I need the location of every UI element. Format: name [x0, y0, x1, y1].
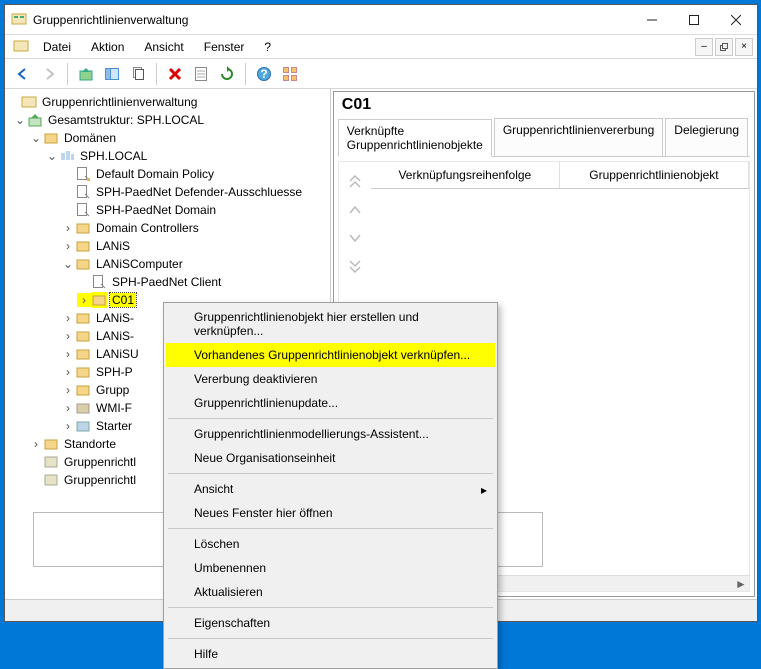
delete-button[interactable]	[163, 62, 187, 86]
menu-datei[interactable]: Datei	[33, 36, 81, 58]
separator	[168, 473, 493, 474]
chevron-right-icon[interactable]: ›	[61, 239, 75, 253]
app-icon	[11, 12, 27, 28]
chevron-right-icon[interactable]: ›	[77, 293, 91, 307]
cm-view-submenu[interactable]: Ansicht ▸	[166, 477, 495, 501]
tree-defender-ausschluesse[interactable]: SPH-PaedNet Defender-Ausschluesse	[5, 183, 330, 201]
column-link-order[interactable]: Verknüpfungsreihenfolge	[371, 162, 560, 188]
cm-properties[interactable]: Eigenschaften	[166, 611, 495, 635]
separator	[168, 418, 493, 419]
cm-new-ou[interactable]: Neue Organisationseinheit	[166, 446, 495, 470]
cm-refresh[interactable]: Aktualisieren	[166, 580, 495, 604]
properties-button[interactable]	[189, 62, 213, 86]
tree-forest[interactable]: ⌄Gesamtstruktur: SPH.LOCAL	[5, 111, 330, 129]
cm-new-window[interactable]: Neues Fenster hier öffnen	[166, 501, 495, 525]
mdi-close-button[interactable]: ×	[735, 38, 753, 56]
chevron-down-icon[interactable]: ⌄	[61, 257, 75, 271]
separator	[168, 528, 493, 529]
column-gpo[interactable]: Gruppenrichtlinienobjekt	[560, 162, 749, 188]
tree-default-domain-policy[interactable]: Default Domain Policy	[5, 165, 330, 183]
up-button[interactable]	[74, 62, 98, 86]
toolbar: ?	[5, 59, 757, 89]
refresh-button[interactable]	[215, 62, 239, 86]
maximize-button[interactable]	[673, 6, 715, 34]
menubar: Datei Aktion Ansicht Fenster ? – ×	[5, 35, 757, 59]
tree-lanis[interactable]: ›LANiS	[5, 237, 330, 255]
tree-paednet-client[interactable]: SPH-PaedNet Client	[5, 273, 330, 291]
tab-inheritance[interactable]: Gruppenrichtlinienvererbung	[494, 118, 663, 156]
separator	[168, 638, 493, 639]
main-window: Gruppenrichtlinienverwaltung Datei Aktio…	[4, 4, 758, 622]
tab-delegation[interactable]: Delegierung	[665, 118, 748, 156]
close-button[interactable]	[715, 6, 757, 34]
chevron-down-icon[interactable]: ⌄	[13, 113, 27, 127]
tree-root[interactable]: Gruppenrichtlinienverwaltung	[5, 93, 330, 111]
menu-fenster[interactable]: Fenster	[194, 36, 255, 58]
tab-linked-gpos[interactable]: Verknüpfte Gruppenrichtlinienobjekte	[338, 119, 492, 157]
tree-domains[interactable]: ⌄Domänen	[5, 129, 330, 147]
cm-gp-modeling-wizard[interactable]: Gruppenrichtlinienmodellierungs-Assisten…	[166, 422, 495, 446]
tree-paednet-domain[interactable]: SPH-PaedNet Domain	[5, 201, 330, 219]
cm-gp-update[interactable]: Gruppenrichtlinienupdate...	[166, 391, 495, 415]
back-button[interactable]	[11, 62, 35, 86]
chevron-right-icon: ▸	[481, 483, 487, 497]
cm-help[interactable]: Hilfe	[166, 642, 495, 666]
move-up-button[interactable]	[344, 200, 366, 220]
tile-button[interactable]	[278, 62, 302, 86]
grid-header: Verknüpfungsreihenfolge Gruppenrichtlini…	[371, 162, 749, 189]
detail-title: C01	[334, 92, 754, 114]
titlebar: Gruppenrichtlinienverwaltung	[5, 5, 757, 35]
move-bottom-button[interactable]	[344, 256, 366, 276]
mdi-icon	[13, 39, 29, 55]
menu-hilfe[interactable]: ?	[254, 36, 281, 58]
cm-delete[interactable]: Löschen	[166, 532, 495, 556]
tabs: Verknüpfte Gruppenrichtlinienobjekte Gru…	[338, 118, 750, 157]
move-top-button[interactable]	[344, 172, 366, 192]
cm-create-and-link-gpo[interactable]: Gruppenrichtlinienobjekt hier erstellen …	[166, 305, 495, 343]
svg-text:?: ?	[260, 67, 267, 81]
tree-laniscomputer[interactable]: ⌄LANiSComputer	[5, 255, 330, 273]
scroll-right-icon[interactable]: ►	[733, 576, 749, 592]
window-title: Gruppenrichtlinienverwaltung	[33, 13, 631, 27]
cm-block-inheritance[interactable]: Vererbung deaktivieren	[166, 367, 495, 391]
mdi-restore-button[interactable]	[715, 38, 733, 56]
minimize-button[interactable]	[631, 6, 673, 34]
cm-link-existing-gpo[interactable]: Vorhandenes Gruppenrichtlinienobjekt ver…	[166, 343, 495, 367]
menu-ansicht[interactable]: Ansicht	[134, 36, 193, 58]
copy-button[interactable]	[126, 62, 150, 86]
tree-domain-sph[interactable]: ⌄SPH.LOCAL	[5, 147, 330, 165]
show-hide-tree-button[interactable]	[100, 62, 124, 86]
tree-domain-controllers[interactable]: ›Domain Controllers	[5, 219, 330, 237]
chevron-down-icon[interactable]: ⌄	[29, 131, 43, 145]
move-down-button[interactable]	[344, 228, 366, 248]
help-button[interactable]: ?	[252, 62, 276, 86]
cm-view-label: Ansicht	[194, 482, 233, 496]
separator	[168, 607, 493, 608]
forward-button[interactable]	[37, 62, 61, 86]
menu-aktion[interactable]: Aktion	[81, 36, 134, 58]
chevron-down-icon[interactable]: ⌄	[45, 149, 59, 163]
context-menu: Gruppenrichtlinienobjekt hier erstellen …	[163, 302, 498, 669]
chevron-right-icon[interactable]: ›	[61, 221, 75, 235]
mdi-minimize-button[interactable]: –	[695, 38, 713, 56]
cm-rename[interactable]: Umbenennen	[166, 556, 495, 580]
